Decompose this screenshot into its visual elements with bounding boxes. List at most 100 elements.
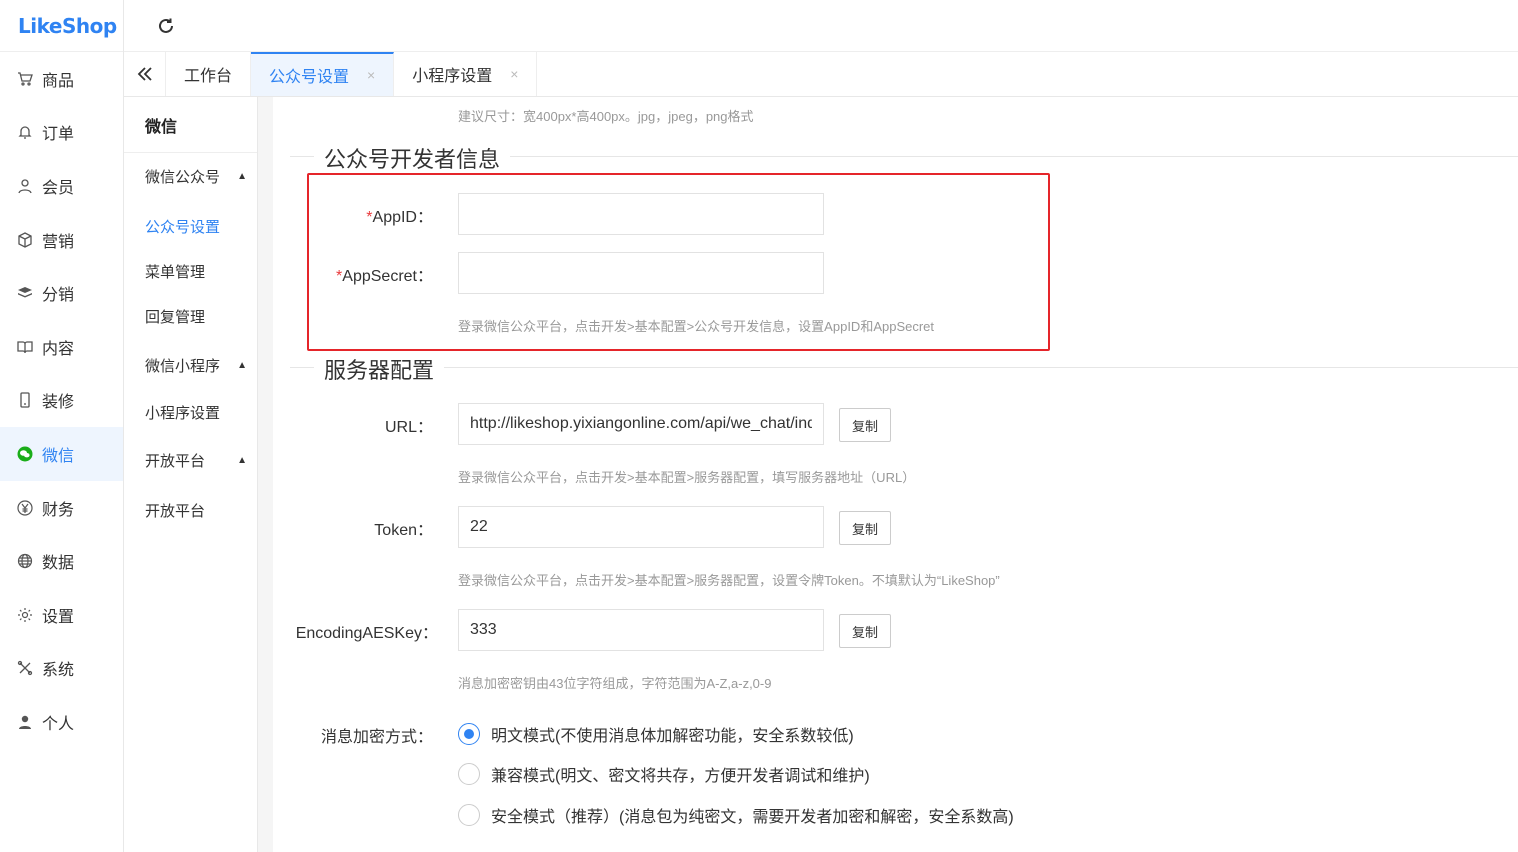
tab-label: 公众号设置 [269,69,350,86]
submenu-item-official-account-settings[interactable]: 公众号设置 [124,204,257,249]
submenu-group-label: 微信公众号 [145,168,221,186]
radio-button[interactable] [458,723,480,745]
submenu-group-label: 微信小程序 [145,357,221,375]
sidebar-item-label: 会员 [42,179,75,197]
sidebar-item-label: 商品 [42,72,75,90]
sidebar-item-wechat[interactable]: 微信 [0,427,123,481]
submenu-item-mini-program-settings[interactable]: 小程序设置 [124,390,257,435]
appid-input[interactable] [458,193,824,235]
radio-plaintext-mode[interactable]: 明文模式(不使用消息体加解密功能，安全系数较低) [458,722,854,746]
likeshop-logo[interactable]: Like Shop [0,0,123,52]
sidebar-item-system[interactable]: 系统 [0,642,123,696]
box-icon [16,231,34,249]
main-nav: 商品 订单 会员 营销 分销 内容 装修 微信 财务 数据 设置 系统 个人 [0,52,123,749]
cart-icon [16,70,34,88]
sidebar-item-goods[interactable]: 商品 [0,52,123,106]
section-title-server-config: 服务器配置 [314,353,445,385]
tab-dashboard[interactable]: 工作台 [166,52,252,96]
encryption-mode-label: 消息加密方式： [320,729,433,746]
tab-bar: 工作台 公众号设置 × 小程序设置 × [124,52,1518,97]
image-size-tip: 建议尺寸：宽400px*高400px。jpg，jpeg，png格式 [458,109,754,124]
settings-form: 建议尺寸：宽400px*高400px。jpg，jpeg，png格式 公众号开发者… [273,97,1518,852]
section-title-developer-info: 公众号开发者信息 [314,142,511,174]
sidebar-item-members[interactable]: 会员 [0,159,123,213]
sidebar-item-label: 设置 [42,608,75,626]
url-label: URL： [384,419,433,436]
radio-compatible-mode[interactable]: 兼容模式(明文、密文将共存，方便开发者调试和维护) [458,762,870,786]
sidebar-item-label: 微信 [42,447,75,465]
sidebar-item-decoration[interactable]: 装修 [0,374,123,428]
caret-up-icon: ▲ [237,454,247,466]
copy-token-button[interactable]: 复制 [839,511,891,545]
submenu-title: 微信 [124,97,257,153]
phone-icon [16,391,34,409]
sidebar-item-label: 个人 [42,715,75,733]
sidebar-item-label: 营销 [42,233,75,251]
encoding-aes-key-label: EncodingAESKey： [295,625,438,642]
sidebar-item-orders[interactable]: 订单 [0,106,123,160]
sidebar-item-finance[interactable]: 财务 [0,481,123,535]
refresh-icon[interactable] [154,14,178,38]
token-label: Token： [374,522,433,539]
sidebar-item-content[interactable]: 内容 [0,320,123,374]
sidebar-item-personal[interactable]: 个人 [0,695,123,749]
gear-icon [16,606,34,624]
radio-button[interactable] [458,804,480,826]
layers-icon [16,284,34,302]
radio-label: 明文模式(不使用消息体加解密功能，安全系数较低) [491,728,854,745]
developer-info-tip: 登录微信公众平台，点击开发>基本配置>公众号开发信息，设置AppID和AppSe… [458,319,935,334]
radio-label: 安全模式（推荐）(消息包为纯密文，需要开发者加密和解密，安全系数高) [491,809,1014,826]
sidebar-item-label: 财务 [42,501,75,519]
radio-label: 兼容模式(明文、密文将共存，方便开发者调试和维护) [491,768,870,785]
submenu-item-reply-management[interactable]: 回复管理 [124,294,257,339]
appid-label-text: AppID： [372,209,433,226]
content-area: 建议尺寸：宽400px*高400px。jpg，jpeg，png格式 公众号开发者… [258,97,1518,852]
url-tip: 登录微信公众平台，点击开发>基本配置>服务器配置，填写服务器地址（URL） [458,470,916,485]
appsecret-input[interactable] [458,252,824,294]
close-icon[interactable]: × [367,67,375,83]
section-divider [290,367,1518,368]
globe-icon [16,552,34,570]
sidebar-item-label: 装修 [42,394,75,412]
sidebar-item-data[interactable]: 数据 [0,534,123,588]
tab-label: 小程序设置 [412,68,493,85]
radio-secure-mode[interactable]: 安全模式（推荐）(消息包为纯密文，需要开发者加密和解密，安全系数高) [458,803,1014,827]
copy-aes-key-button[interactable]: 复制 [839,614,891,648]
wechat-icon [16,445,34,463]
sidebar-item-distribution[interactable]: 分销 [0,266,123,320]
sidebar-item-label: 分销 [42,287,75,305]
appsecret-label: *AppSecret： [273,262,433,286]
collapse-sidebar-icon[interactable] [124,52,166,96]
logo-text-like: Like [18,13,62,38]
tab-label: 工作台 [184,68,233,85]
sidebar-item-label: 数据 [42,555,75,573]
logo-text-shop: Shop [61,13,117,38]
url-input[interactable] [458,403,824,445]
submenu-group-open-platform[interactable]: 开放平台 ▲ [124,437,257,483]
token-tip: 登录微信公众平台，点击开发>基本配置>服务器配置，设置令牌Token。不填默认为… [458,573,1000,588]
appid-label: *AppID： [273,203,433,227]
submenu-item-open-platform[interactable]: 开放平台 [124,488,257,533]
main-sidebar: Like Shop 商品 订单 会员 营销 分销 内容 装修 微信 财务 数据 … [0,0,124,852]
person-icon [16,713,34,731]
radio-button[interactable] [458,763,480,785]
submenu-item-menu-management[interactable]: 菜单管理 [124,249,257,294]
yen-icon [16,499,34,517]
submenu-group-official-account[interactable]: 微信公众号 ▲ [124,153,257,199]
close-icon[interactable]: × [510,66,518,82]
sidebar-item-marketing[interactable]: 营销 [0,213,123,267]
top-bar [124,0,1518,52]
caret-up-icon: ▲ [237,170,247,182]
sidebar-item-label: 订单 [42,126,75,144]
tools-icon [16,659,34,677]
tab-official-account-settings[interactable]: 公众号设置 × [251,52,395,96]
submenu-group-mini-program[interactable]: 微信小程序 ▲ [124,342,257,388]
sidebar-item-settings[interactable]: 设置 [0,588,123,642]
submenu-group-label: 开放平台 [145,452,206,470]
token-input[interactable] [458,506,824,548]
copy-url-button[interactable]: 复制 [839,408,891,442]
encoding-aes-key-input[interactable] [458,609,824,651]
sidebar-item-label: 系统 [42,662,75,680]
bell-icon [16,123,34,141]
tab-mini-program-settings[interactable]: 小程序设置 × [394,52,538,96]
